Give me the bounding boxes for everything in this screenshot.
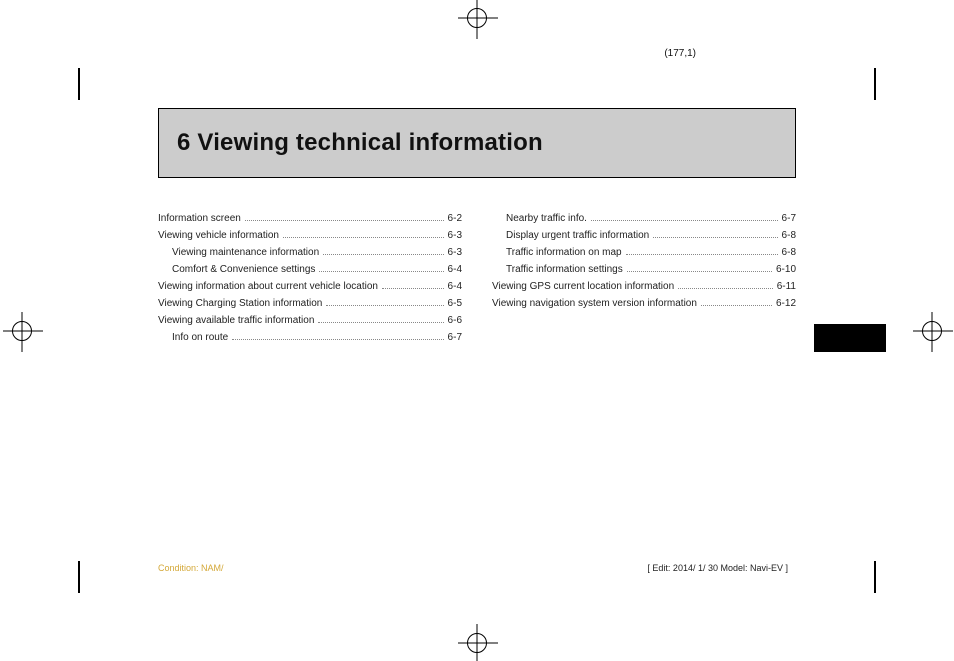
toc-leader-dots (323, 254, 443, 255)
toc-label: Viewing vehicle information (158, 227, 279, 244)
toc-page-number: 6-3 (448, 227, 462, 244)
toc-leader-dots (653, 237, 777, 238)
toc-label: Traffic information settings (506, 261, 623, 278)
toc-row: Viewing information about current vehicl… (158, 278, 462, 295)
toc-leader-dots (626, 254, 778, 255)
toc-leader-dots (326, 305, 443, 306)
toc-row: Viewing navigation system version inform… (492, 295, 796, 312)
toc-row: Information screen 6-2 (158, 210, 462, 227)
toc-label: Viewing maintenance information (172, 244, 319, 261)
toc-page-number: 6-4 (448, 261, 462, 278)
toc-row: Viewing maintenance information 6-3 (158, 244, 462, 261)
toc-page-number: 6-4 (448, 278, 462, 295)
toc-page-number: 6-7 (448, 329, 462, 346)
registration-mark-bottom (467, 633, 487, 653)
toc-leader-dots (701, 305, 772, 306)
toc-label: Traffic information on map (506, 244, 622, 261)
toc-row: Traffic information on map 6-8 (492, 244, 796, 261)
toc-label: Info on route (172, 329, 228, 346)
page-frame: (177,1) 6 Viewing technical information … (158, 62, 796, 599)
toc-page-number: 6-8 (782, 244, 796, 261)
footer-edit-info: [ Edit: 2014/ 1/ 30 Model: Navi-EV ] (647, 563, 788, 573)
toc-label: Viewing Charging Station information (158, 295, 322, 312)
toc-label: Viewing available traffic information (158, 312, 314, 329)
toc-page-number: 6-5 (448, 295, 462, 312)
toc-label: Comfort & Convenience settings (172, 261, 315, 278)
toc-leader-dots (232, 339, 443, 340)
toc-page-number: 6-6 (448, 312, 462, 329)
toc-row: Info on route 6-7 (158, 329, 462, 346)
folio-number: (177,1) (664, 48, 696, 59)
toc-row: Viewing GPS current location information… (492, 278, 796, 295)
toc-page-number: 6-8 (782, 227, 796, 244)
toc-label: Display urgent traffic information (506, 227, 649, 244)
toc-leader-dots (319, 271, 443, 272)
toc-leader-dots (382, 288, 444, 289)
footer-condition: Condition: NAM/ (158, 563, 224, 573)
toc-leader-dots (678, 288, 773, 289)
registration-mark-left (12, 321, 32, 341)
toc-column-right: Nearby traffic info.6-7Display urgent tr… (492, 210, 796, 346)
toc-row: Nearby traffic info. 6-7 (492, 210, 796, 227)
toc-label: Viewing navigation system version inform… (492, 295, 697, 312)
toc-leader-dots (591, 220, 778, 221)
toc-row: Viewing vehicle information 6-3 (158, 227, 462, 244)
table-of-contents: Information screen6-2Viewing vehicle inf… (158, 210, 796, 346)
registration-mark-top (467, 8, 487, 28)
toc-row: Display urgent traffic information 6-8 (492, 227, 796, 244)
toc-leader-dots (318, 322, 443, 323)
registration-mark-right (922, 321, 942, 341)
toc-leader-dots (283, 237, 444, 238)
toc-column-left: Information screen6-2Viewing vehicle inf… (158, 210, 462, 346)
toc-row: Viewing available traffic information 6-6 (158, 312, 462, 329)
toc-label: Information screen (158, 210, 241, 227)
toc-label: Viewing information about current vehicl… (158, 278, 378, 295)
toc-label: Viewing GPS current location information (492, 278, 674, 295)
toc-page-number: 6-3 (448, 244, 462, 261)
toc-leader-dots (245, 220, 444, 221)
toc-page-number: 6-10 (776, 261, 796, 278)
chapter-title: 6 Viewing technical information (177, 129, 777, 157)
toc-row: Traffic information settings 6-10 (492, 261, 796, 278)
chapter-title-box: 6 Viewing technical information (158, 108, 796, 178)
toc-row: Viewing Charging Station information 6-5 (158, 295, 462, 312)
toc-page-number: 6-7 (782, 210, 796, 227)
toc-leader-dots (627, 271, 772, 272)
toc-page-number: 6-2 (448, 210, 462, 227)
toc-page-number: 6-12 (776, 295, 796, 312)
toc-page-number: 6-11 (777, 278, 796, 295)
toc-label: Nearby traffic info. (506, 210, 587, 227)
section-tab (814, 324, 886, 352)
toc-row: Comfort & Convenience settings 6-4 (158, 261, 462, 278)
